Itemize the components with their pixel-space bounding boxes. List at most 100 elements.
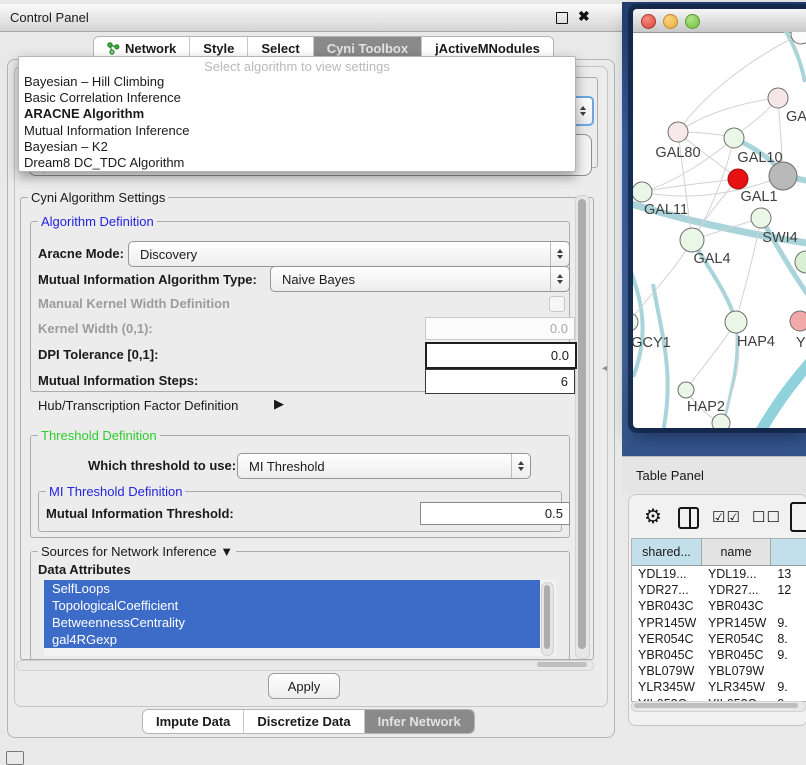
table-hscrollbar-thumb[interactable] xyxy=(634,703,798,708)
node-label: HAP4 xyxy=(737,334,775,350)
which-threshold-combo[interactable]: MI Threshold xyxy=(237,453,531,479)
hub-expander-label: Hub/Transcription Factor Definition xyxy=(38,398,238,413)
settings-hscrollbar-thumb[interactable] xyxy=(537,662,587,667)
deselect-all-columns-icon[interactable]: ☐☐ xyxy=(752,508,781,526)
algorithm-prompt: Select algorithm to view settings xyxy=(19,59,575,74)
apply-button[interactable]: Apply xyxy=(268,673,340,699)
panel-dock-icon[interactable] xyxy=(6,751,24,765)
dpi-tolerance-label: DPI Tolerance [0,1]: xyxy=(38,347,158,362)
settings-horizontal-scrollbar[interactable] xyxy=(16,660,594,671)
attr-item-betweennesscentrality[interactable]: BetweennessCentrality xyxy=(44,614,540,631)
new-document-icon[interactable] xyxy=(790,502,806,532)
column-header-name[interactable]: name xyxy=(701,539,770,566)
which-threshold-label: Which threshold to use: xyxy=(88,458,236,473)
network-window-titlebar[interactable] xyxy=(633,9,806,33)
panel-divider-arrow-icon[interactable]: ◂ xyxy=(602,363,607,374)
manual-kernel-checkbox[interactable] xyxy=(549,296,565,312)
menu-item-basic-correlation[interactable]: Basic Correlation Inference xyxy=(19,90,575,106)
node-partial-right[interactable] xyxy=(795,251,806,273)
cyni-bottom-tabbar: Impute Data Discretize Data Infer Networ… xyxy=(142,709,475,734)
table-row[interactable]: YLR345WYLR345W9. xyxy=(632,679,806,695)
settings-vertical-scrollbar[interactable] xyxy=(575,195,590,659)
attr-list-scrollbar[interactable] xyxy=(541,582,554,656)
select-all-columns-icon[interactable]: ☑☑ xyxy=(712,508,741,526)
aracne-mode-label: Aracne Mode: xyxy=(38,246,124,261)
sources-expander-arrow-icon[interactable]: ▼ xyxy=(220,544,233,559)
combo-stepper-icon xyxy=(550,242,569,266)
node-label: GAL4 xyxy=(693,251,730,267)
algorithm-dropdown-popup: Select algorithm to view settings Bayesi… xyxy=(18,56,576,172)
float-window-icon[interactable] xyxy=(556,12,568,24)
mi-type-label: Mutual Information Algorithm Type: xyxy=(38,272,257,287)
split-columns-icon[interactable] xyxy=(678,507,699,529)
mi-threshold-label: Mutual Information Threshold: xyxy=(46,506,234,521)
control-panel-titlebar[interactable]: Control Panel xyxy=(0,4,622,32)
dpi-tolerance-field[interactable]: 0.0 xyxy=(425,342,577,369)
node-gal11[interactable] xyxy=(633,182,652,202)
aracne-mode-combo[interactable]: Discovery xyxy=(128,241,570,267)
hub-expander-arrow-icon[interactable]: ▶ xyxy=(274,396,284,412)
node-gal4[interactable] xyxy=(680,228,704,252)
node-label: GAL1 xyxy=(740,189,777,205)
node-label: Y xyxy=(796,335,806,351)
minimize-traffic-light[interactable] xyxy=(663,14,678,29)
menu-item-aracne[interactable]: ARACNE Algorithm xyxy=(19,106,575,122)
node-red-gal1[interactable] xyxy=(728,169,748,189)
node-gal-pink[interactable] xyxy=(768,88,788,108)
table-row[interactable]: YDL19...YDL19...13 xyxy=(632,566,806,583)
table-row[interactable]: YBR043CYBR043C xyxy=(632,598,806,614)
node-hap2[interactable] xyxy=(678,382,694,398)
attr-item-gal4rgexp[interactable]: gal4RGexp xyxy=(44,631,540,648)
gear-icon[interactable]: ⚙ xyxy=(644,504,662,529)
mi-steps-field[interactable]: 6 xyxy=(425,369,575,394)
table-row[interactable]: YDR27...YDR27...12 xyxy=(632,582,806,598)
kernel-width-field[interactable]: 0.0 xyxy=(425,317,575,340)
node-gal10[interactable] xyxy=(724,128,744,148)
menu-item-bayesian-hill-climbing[interactable]: Bayesian – Hill Climbing xyxy=(19,74,575,90)
node-gray[interactable] xyxy=(769,162,797,190)
table-header-row: shared... name xyxy=(632,539,806,566)
tab-infer-network[interactable]: Infer Network xyxy=(365,710,474,733)
tab-discretize-data[interactable]: Discretize Data xyxy=(244,710,364,733)
attr-item-topologicalcoefficient[interactable]: TopologicalCoefficient xyxy=(44,597,540,614)
column-header-partial[interactable] xyxy=(771,539,806,566)
table-panel-title: Table Panel xyxy=(636,468,704,483)
table-row[interactable]: YBL079WYBL079W xyxy=(632,663,806,679)
node-table: shared... name YDL19...YDL19...13 YDR27.… xyxy=(631,538,806,702)
node-label: GAL xyxy=(786,109,806,125)
cyni-algorithm-settings-title: Cyni Algorithm Settings xyxy=(28,190,168,205)
node-gcy1[interactable] xyxy=(633,313,638,331)
data-attributes-label: Data Attributes xyxy=(38,562,131,577)
network-icon xyxy=(107,42,120,55)
table-row[interactable]: YER054CYER054C8. xyxy=(632,631,806,647)
mi-type-combo[interactable]: Naive Bayes xyxy=(270,266,570,292)
close-icon[interactable]: ✖ xyxy=(578,8,590,25)
table-row[interactable]: YPR145WYPR145W9. xyxy=(632,615,806,631)
menu-item-mutual-information[interactable]: Mutual Information Inference xyxy=(19,123,575,139)
menu-item-dream8[interactable]: Dream8 DC_TDC Algorithm xyxy=(19,155,575,171)
settings-scrollbar-thumb[interactable] xyxy=(578,199,586,649)
column-header-shared-name[interactable]: shared... xyxy=(632,539,701,566)
table-row[interactable]: YBR045CYBR045C9. xyxy=(632,647,806,663)
table-horizontal-scrollbar[interactable] xyxy=(631,701,806,712)
table-panel-titlebar[interactable]: Table Panel xyxy=(622,456,806,493)
attr-list-scrollbar-thumb[interactable] xyxy=(544,585,550,649)
node-gal80[interactable] xyxy=(668,122,688,142)
tab-impute-data[interactable]: Impute Data xyxy=(143,710,244,733)
close-traffic-light[interactable] xyxy=(641,14,656,29)
attr-item-selfloops[interactable]: SelfLoops xyxy=(44,580,540,597)
node-hap4[interactable] xyxy=(725,311,747,333)
node-partial-bottom[interactable] xyxy=(712,414,730,428)
menu-item-bayesian-k2[interactable]: Bayesian – K2 xyxy=(19,139,575,155)
node-label: GAL10 xyxy=(737,150,782,166)
node-swi4[interactable] xyxy=(751,208,771,228)
network-canvas[interactable]: GAL GAL80 GAL10 GAL1 GAL11 SWI4 GAL4 GCY… xyxy=(633,32,806,428)
algorithm-definition-title: Algorithm Definition xyxy=(38,214,157,229)
network-view-window[interactable]: GAL GAL80 GAL10 GAL1 GAL11 SWI4 GAL4 GCY… xyxy=(633,9,806,428)
combo-stepper-icon xyxy=(550,267,569,291)
node-salmon[interactable] xyxy=(790,311,806,331)
node-label: SWI4 xyxy=(762,230,797,246)
mi-threshold-field[interactable]: 0.5 xyxy=(420,502,570,525)
data-attributes-list: SelfLoops TopologicalCoefficient Between… xyxy=(44,580,556,656)
zoom-traffic-light[interactable] xyxy=(685,14,700,29)
